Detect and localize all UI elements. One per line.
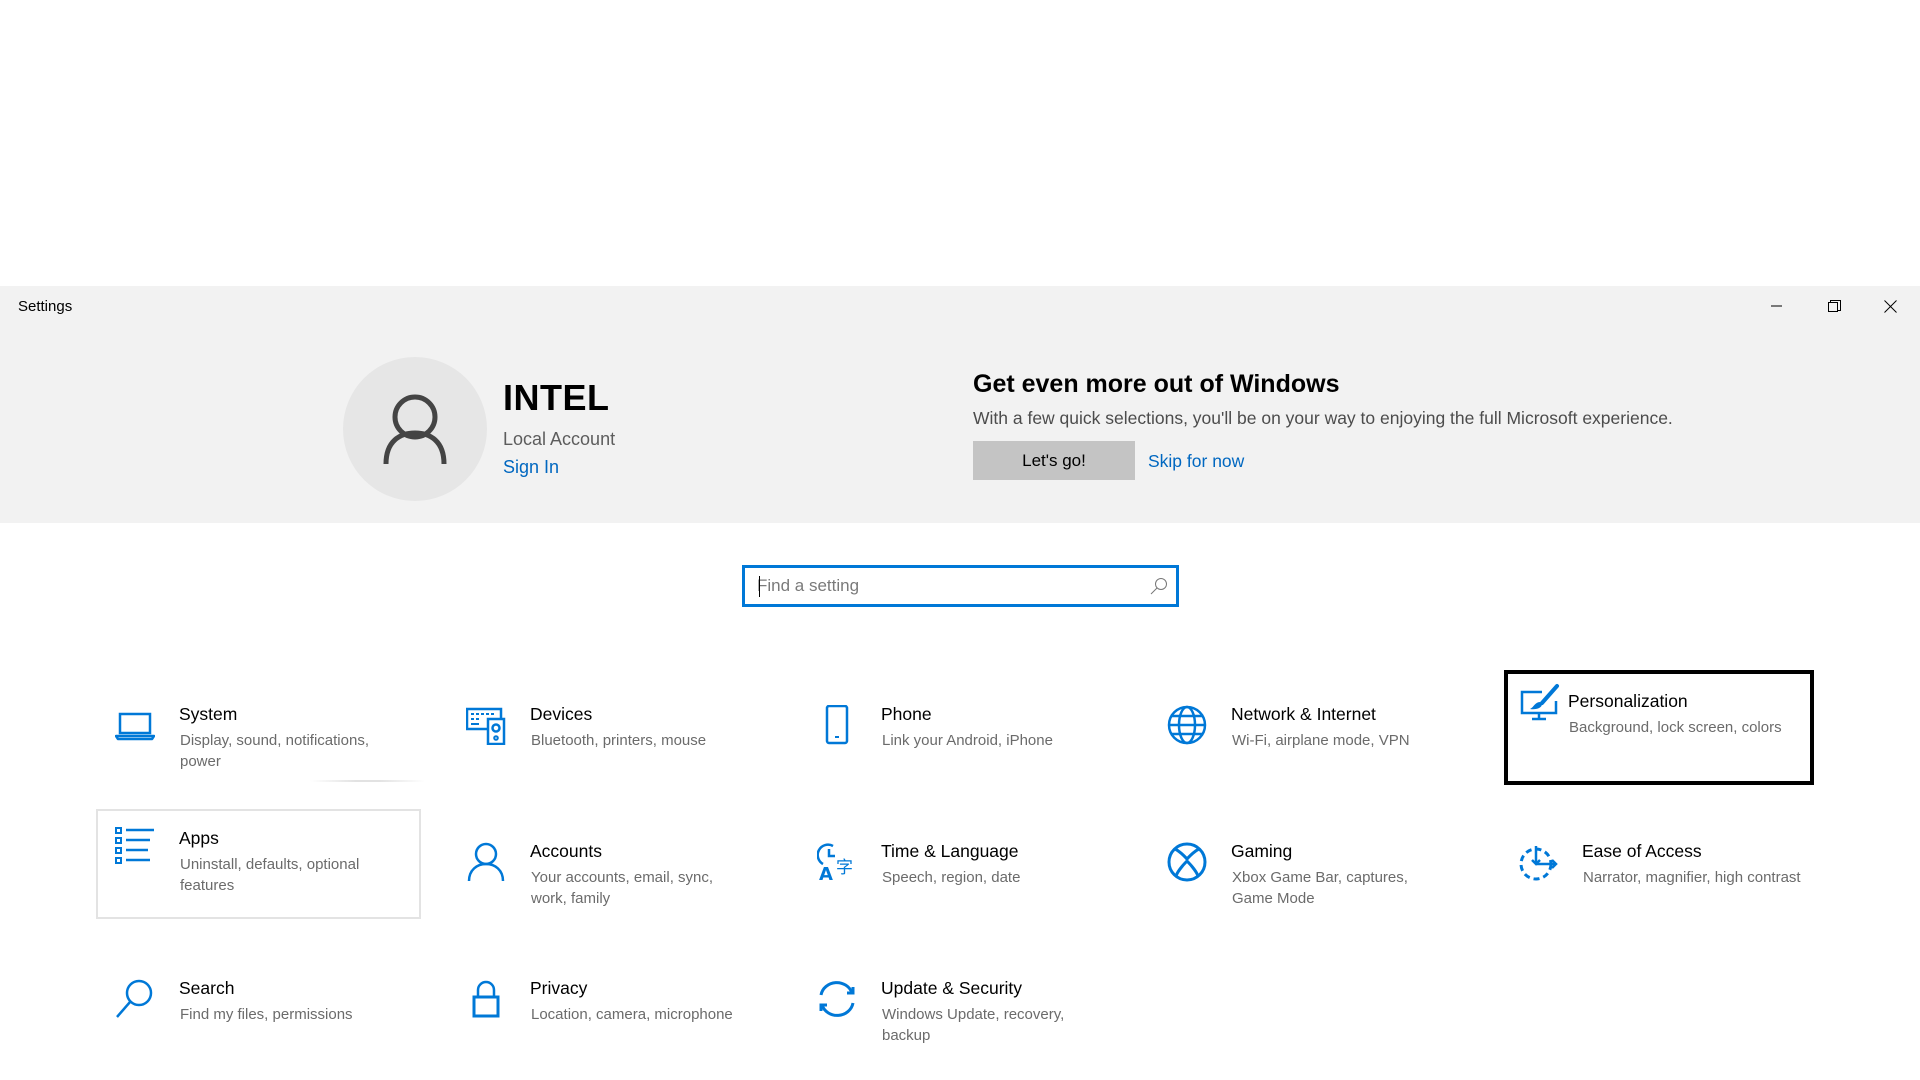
xbox-icon [1167, 842, 1207, 882]
minimize-icon [1771, 305, 1782, 307]
category-desc: Display, sound, notifications, power [180, 732, 369, 770]
category-title: Time & Language [881, 841, 1019, 861]
category-ease-of-access[interactable]: Ease of Access Narrator, magnifier, high… [1500, 820, 1820, 924]
category-personalization[interactable]: Personalization Background, lock screen,… [1504, 670, 1814, 785]
laptop-icon [115, 712, 155, 741]
category-search[interactable]: Search Find my files, permissions [97, 957, 417, 1061]
category-desc: Narrator, magnifier, high contrast [1583, 869, 1801, 886]
category-system[interactable]: System Display, sound, notifications, po… [97, 683, 417, 787]
sign-in-link[interactable]: Sign In [503, 457, 559, 478]
search-icon[interactable] [1150, 577, 1168, 595]
devices-icon [466, 707, 506, 745]
category-desc: Speech, region, date [882, 869, 1021, 886]
category-title: System [179, 704, 238, 724]
globe-icon [1167, 705, 1207, 745]
category-title: Gaming [1231, 841, 1293, 861]
ease-of-access-icon [1519, 846, 1558, 881]
svg-text:字: 字 [836, 858, 853, 878]
category-desc: Bluetooth, printers, mouse [531, 732, 707, 749]
person-icon [467, 842, 505, 882]
category-gaming[interactable]: Gaming Xbox Game Bar, captures, Game Mod… [1149, 820, 1469, 924]
minimize-button[interactable] [1754, 290, 1800, 322]
category-desc: Windows Update, recovery, backup [882, 1006, 1065, 1044]
apps-list-icon [115, 827, 154, 864]
avatar[interactable] [343, 357, 487, 501]
lock-icon [472, 980, 500, 1018]
account-type: Local Account [503, 429, 616, 449]
search-input[interactable] [757, 568, 1137, 604]
category-title: Privacy [530, 978, 588, 998]
phone-icon [825, 705, 849, 745]
category-title: Search [179, 978, 235, 998]
promo-title: Get even more out of Windows [973, 370, 1340, 398]
time-language-icon: A 字 [817, 843, 853, 882]
category-desc: Background, lock screen, colors [1569, 719, 1782, 736]
category-phone[interactable]: Phone Link your Android, iPhone [799, 683, 1119, 787]
category-title: Accounts [530, 841, 602, 861]
lets-go-button[interactable]: Let's go! [973, 441, 1135, 480]
category-network[interactable]: Network & Internet Wi-Fi, airplane mode,… [1149, 683, 1469, 787]
category-desc: Find my files, permissions [180, 1006, 353, 1023]
promo-text: With a few quick selections, you'll be o… [973, 408, 1673, 428]
category-time-language[interactable]: A 字 Time & Language Speech, region, date [799, 820, 1119, 924]
paintbrush-monitor-icon [1520, 684, 1559, 721]
category-title: Update & Security [881, 978, 1023, 998]
category-desc: Xbox Game Bar, captures, Game Mode [1232, 869, 1408, 907]
close-icon [1883, 299, 1897, 313]
category-devices[interactable]: Devices Bluetooth, printers, mouse [448, 683, 768, 787]
category-update-security[interactable]: Update & Security Windows Update, recove… [799, 957, 1119, 1061]
sync-icon [819, 981, 855, 1017]
category-desc: Wi-Fi, airplane mode, VPN [1232, 732, 1410, 749]
category-title: Devices [530, 704, 593, 724]
close-button[interactable] [1867, 290, 1913, 322]
restore-icon [1827, 299, 1841, 312]
category-desc: Uninstall, defaults, optional features [180, 856, 360, 894]
svg-text:A: A [819, 864, 833, 882]
category-desc: Your accounts, email, sync, work, family [531, 869, 714, 907]
skip-for-now-link[interactable]: Skip for now [1148, 451, 1244, 472]
category-title: Personalization [1568, 691, 1688, 711]
category-apps[interactable]: Apps Uninstall, defaults, optional featu… [96, 809, 421, 919]
person-icon [383, 394, 447, 465]
search-box[interactable] [742, 565, 1179, 607]
settings-header [0, 286, 1920, 523]
restore-button[interactable] [1811, 290, 1857, 322]
category-accounts[interactable]: Accounts Your accounts, email, sync, wor… [448, 820, 768, 924]
window-title: Settings [18, 298, 73, 315]
category-title: Ease of Access [1582, 841, 1702, 861]
text-caret [759, 576, 760, 597]
category-title: Network & Internet [1231, 704, 1376, 724]
category-privacy[interactable]: Privacy Location, camera, microphone [448, 957, 768, 1061]
category-desc: Link your Android, iPhone [882, 732, 1053, 749]
account-name: INTEL [503, 377, 610, 418]
category-desc: Location, camera, microphone [531, 1006, 733, 1023]
category-title: Apps [179, 828, 219, 848]
category-title: Phone [881, 704, 932, 724]
search-icon [116, 979, 153, 1018]
